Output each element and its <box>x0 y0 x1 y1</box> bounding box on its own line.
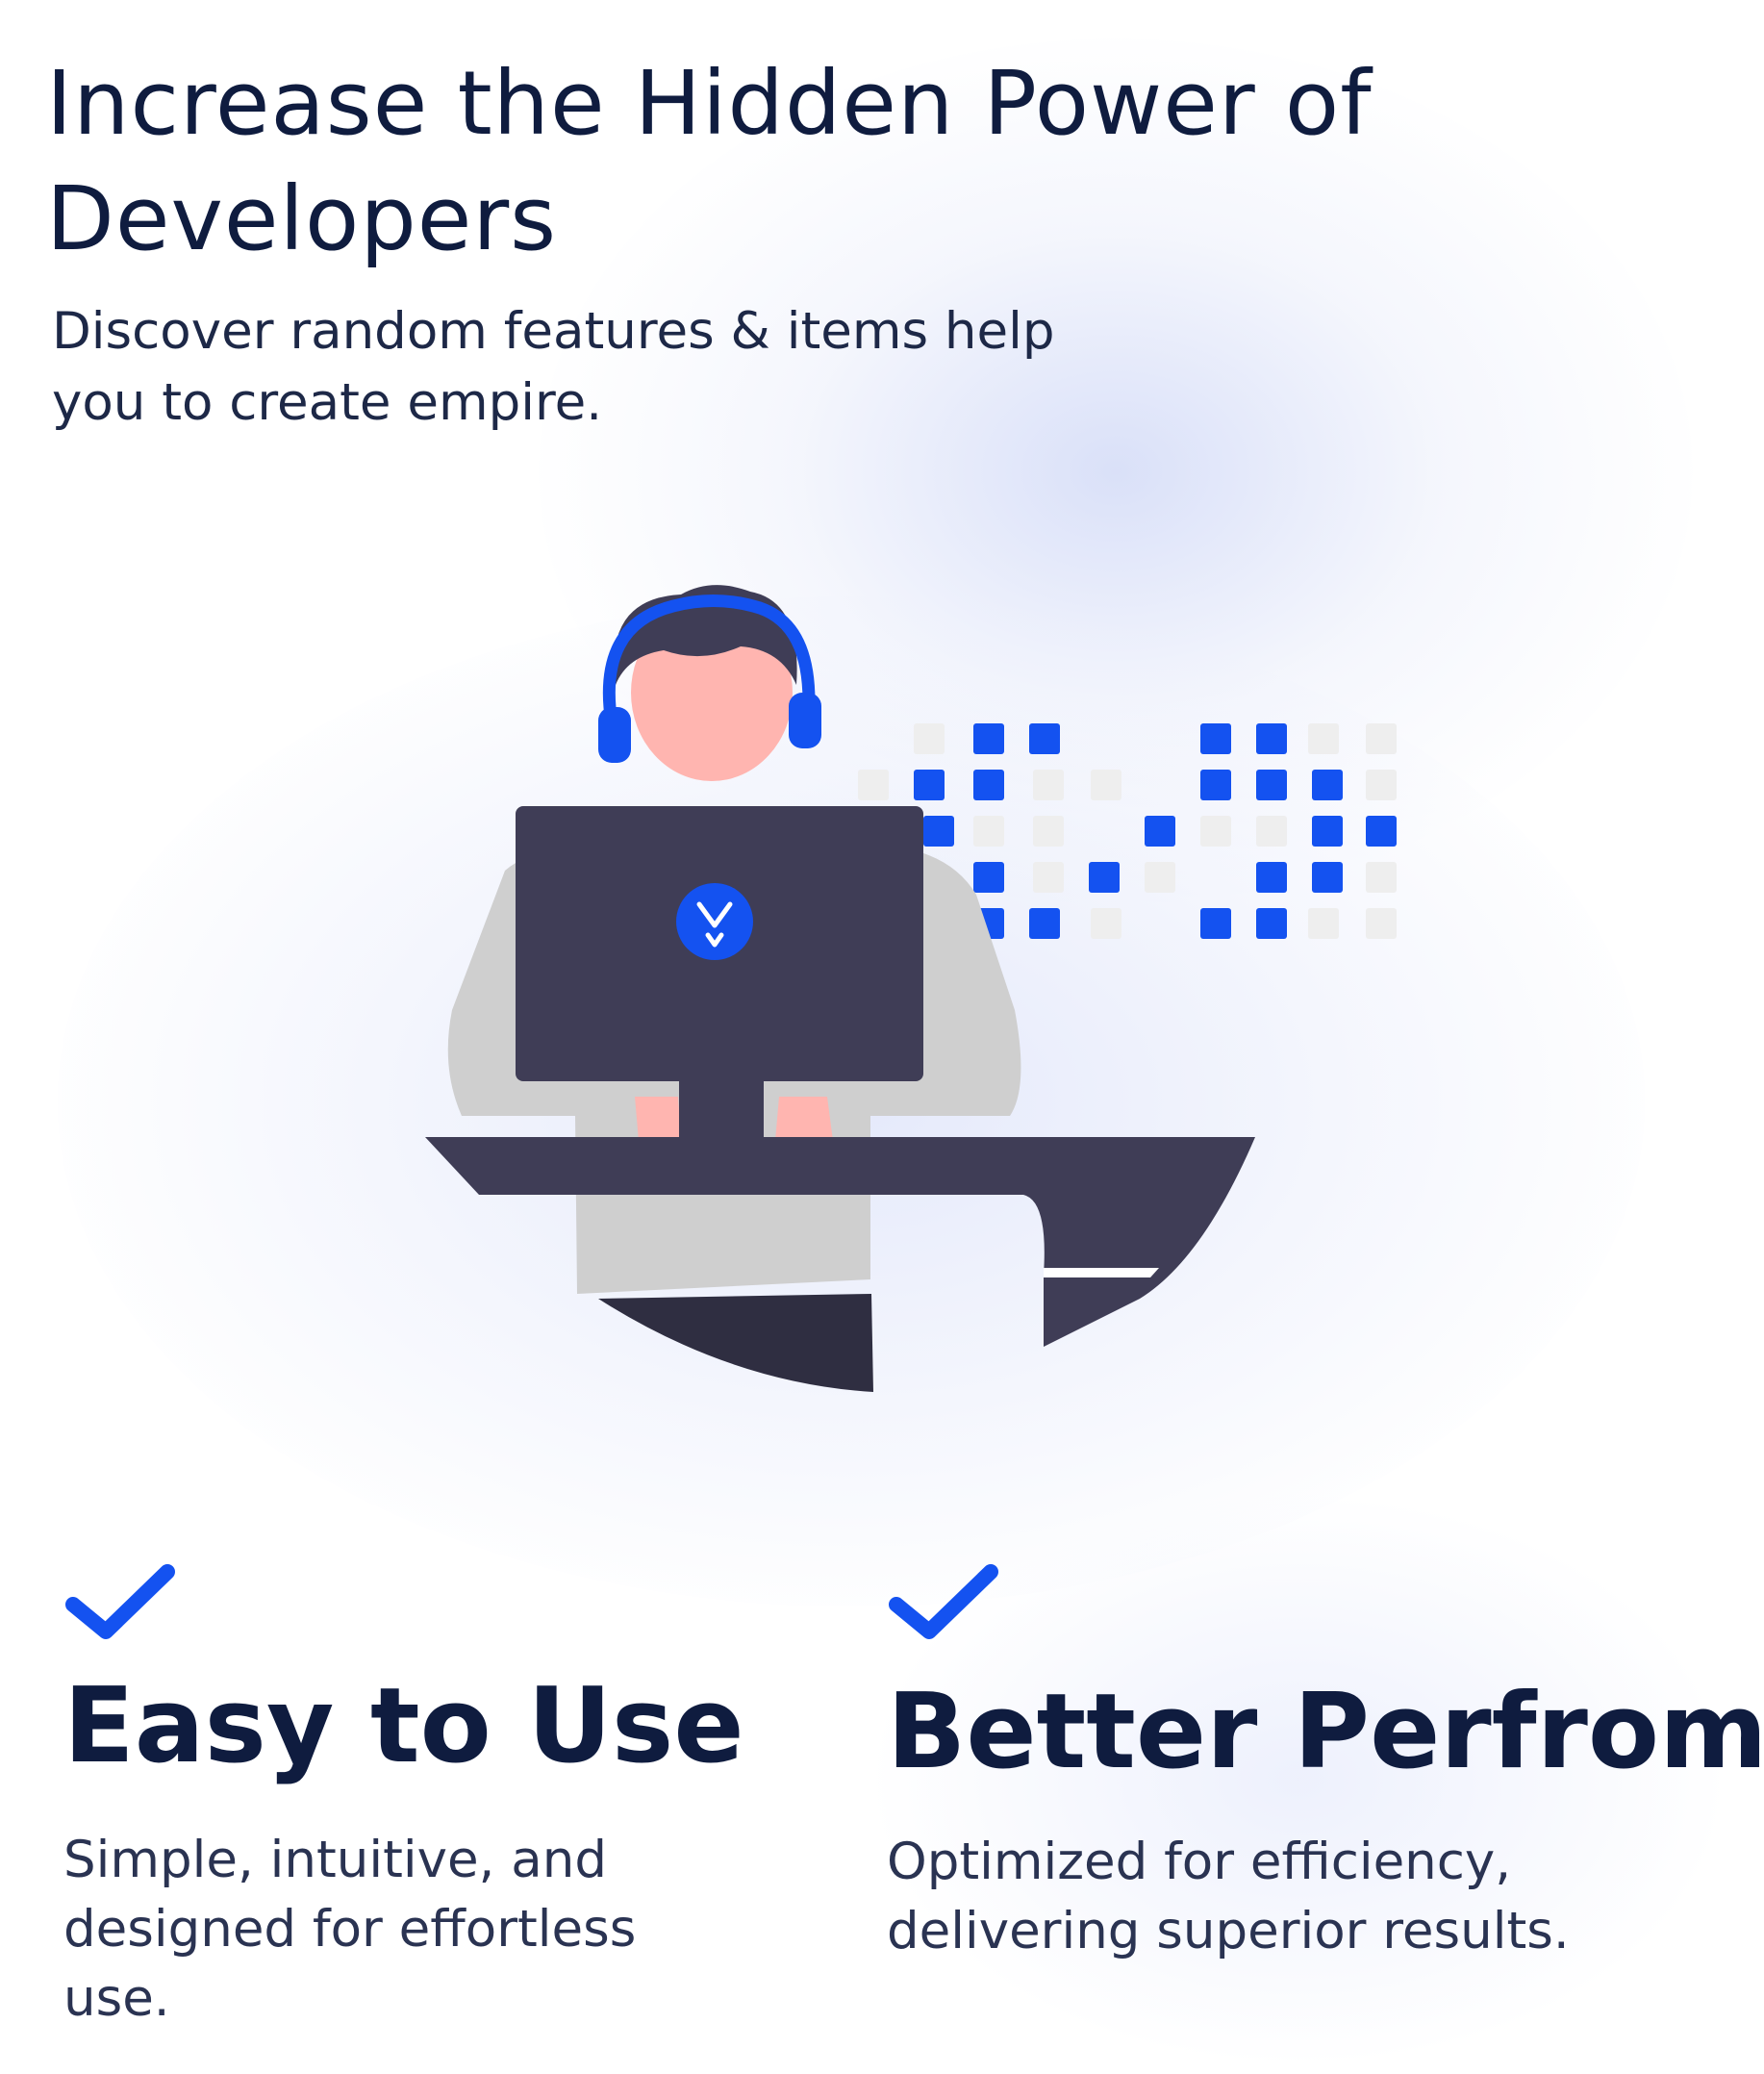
feature-title: Easy to Use <box>63 1666 744 1786</box>
feature-easy-to-use: Easy to Use Simple, intuitive, and desig… <box>63 1558 891 2028</box>
desk-rim <box>1044 1268 1159 1277</box>
checkmark-icon <box>889 1564 998 1639</box>
feature-description: Optimized for efficiency, delivering sup… <box>887 1833 1570 1960</box>
chair <box>598 1294 873 1392</box>
feature-description: Simple, intuitive, and designed for effo… <box>63 1831 637 2028</box>
feature-better-perfrom: Better Perfrom Optimized for efficiency,… <box>887 1558 1764 1960</box>
checkmark-icon <box>65 1564 175 1639</box>
feature-title: Better Perfrom <box>887 1672 1764 1792</box>
